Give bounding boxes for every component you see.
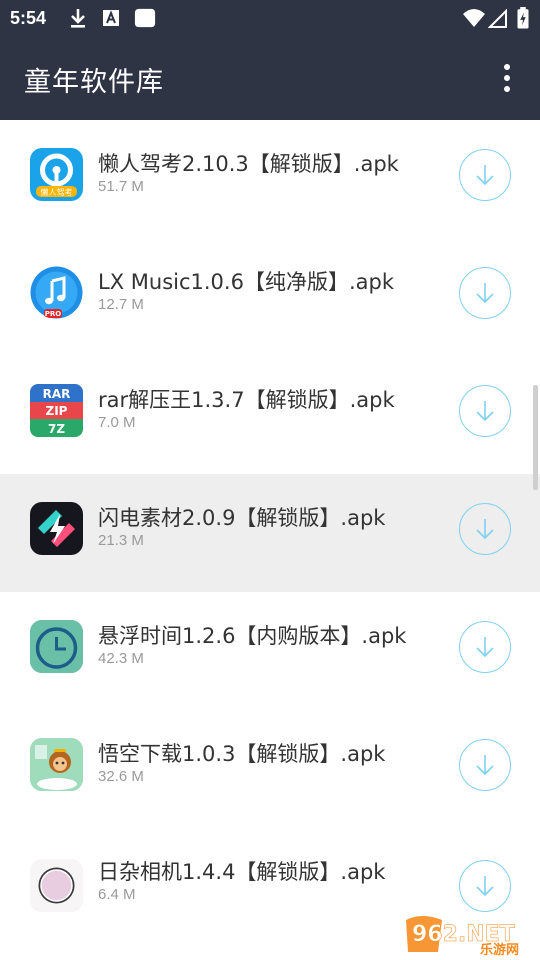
app-name: LX Music1.0.6【纯净版】.apk: [98, 270, 394, 294]
camera-lens-icon: [30, 859, 83, 912]
app-icon-caption: 懒人驾考: [41, 187, 73, 197]
app-size: 51.7 M: [98, 178, 144, 195]
app-name: 懒人驾考2.10.3【解锁版】.apk: [98, 152, 399, 176]
download-button[interactable]: [459, 503, 511, 555]
download-button[interactable]: [459, 149, 511, 201]
app-size: 42.3 M: [98, 650, 144, 667]
status-time: 5:54: [10, 8, 47, 28]
list-item[interactable]: 懒人驾考 懒人驾考2.10.3【解锁版】.apk 51.7 M: [0, 120, 540, 238]
arrow-down-icon: [476, 876, 494, 897]
list-item[interactable]: 悟空下载1.0.3【解锁版】.apk 32.6 M: [0, 710, 540, 828]
clock-icon: [30, 620, 83, 673]
app-name: rar解压王1.3.7【解锁版】.apk: [98, 388, 395, 412]
battery-charging-icon: [517, 7, 529, 29]
app-name: 悬浮时间1.2.6【内购版本】.apk: [98, 624, 407, 648]
wifi-icon: [463, 9, 485, 27]
app-size: 21.3 M: [98, 532, 144, 549]
app-icon-caption: PRO: [45, 310, 62, 318]
scrollbar[interactable]: [533, 385, 538, 490]
page-title: 童年软件库: [24, 67, 164, 97]
list-item[interactable]: RAR ZIP 7Z rar解压王1.3.7【解锁版】.apk 7.0 M: [0, 356, 540, 474]
app-icon-caption: RAR: [43, 387, 71, 401]
arrow-down-icon: [476, 519, 494, 540]
rar-zip-icon: RAR ZIP 7Z: [30, 384, 83, 437]
watermark-logo: 962.NET 乐游网: [402, 912, 536, 958]
list-item[interactable]: 闪电素材2.0.9【解锁版】.apk 21.3 M: [0, 474, 540, 592]
app-size: 32.6 M: [98, 768, 144, 785]
more-vert-icon[interactable]: [492, 62, 522, 94]
download-button[interactable]: [459, 860, 511, 912]
list-item[interactable]: 悬浮时间1.2.6【内购版本】.apk 42.3 M: [0, 592, 540, 710]
app-icon-caption: 7Z: [48, 422, 65, 436]
arrow-down-icon: [476, 283, 494, 304]
lightning-material-icon: [30, 502, 83, 555]
watermark-sub: 乐游网: [480, 942, 519, 956]
keyboard-a-icon: [103, 10, 119, 26]
app-name: 日杂相机1.4.4【解锁版】.apk: [98, 860, 386, 884]
app-size: 7.0 M: [98, 414, 136, 431]
arrow-down-icon: [476, 165, 494, 186]
app-size: 12.7 M: [98, 296, 144, 313]
arrow-down-icon: [476, 401, 494, 422]
arrow-down-icon: [476, 755, 494, 776]
signal-icon: [488, 8, 507, 28]
square-icon: [134, 8, 156, 28]
list-item[interactable]: PRO LX Music1.0.6【纯净版】.apk 12.7 M: [0, 238, 540, 356]
download-button[interactable]: [459, 385, 511, 437]
download-button[interactable]: [459, 267, 511, 319]
arrow-down-icon: [476, 637, 494, 658]
app-size: 6.4 M: [98, 886, 136, 903]
app-icon-caption: ZIP: [46, 404, 68, 418]
lazy-driving-icon: 懒人驾考: [30, 148, 83, 201]
download-button[interactable]: [459, 739, 511, 791]
monkey-king-icon: [30, 738, 83, 791]
app-name: 闪电素材2.0.9【解锁版】.apk: [98, 506, 386, 530]
app-name: 悟空下载1.0.3【解锁版】.apk: [98, 742, 386, 766]
download-icon: [71, 9, 85, 28]
music-note-icon: PRO: [30, 266, 83, 319]
download-button[interactable]: [459, 621, 511, 673]
status-bar: 5:54: [0, 0, 540, 36]
app-bar: 童年软件库: [0, 36, 540, 120]
